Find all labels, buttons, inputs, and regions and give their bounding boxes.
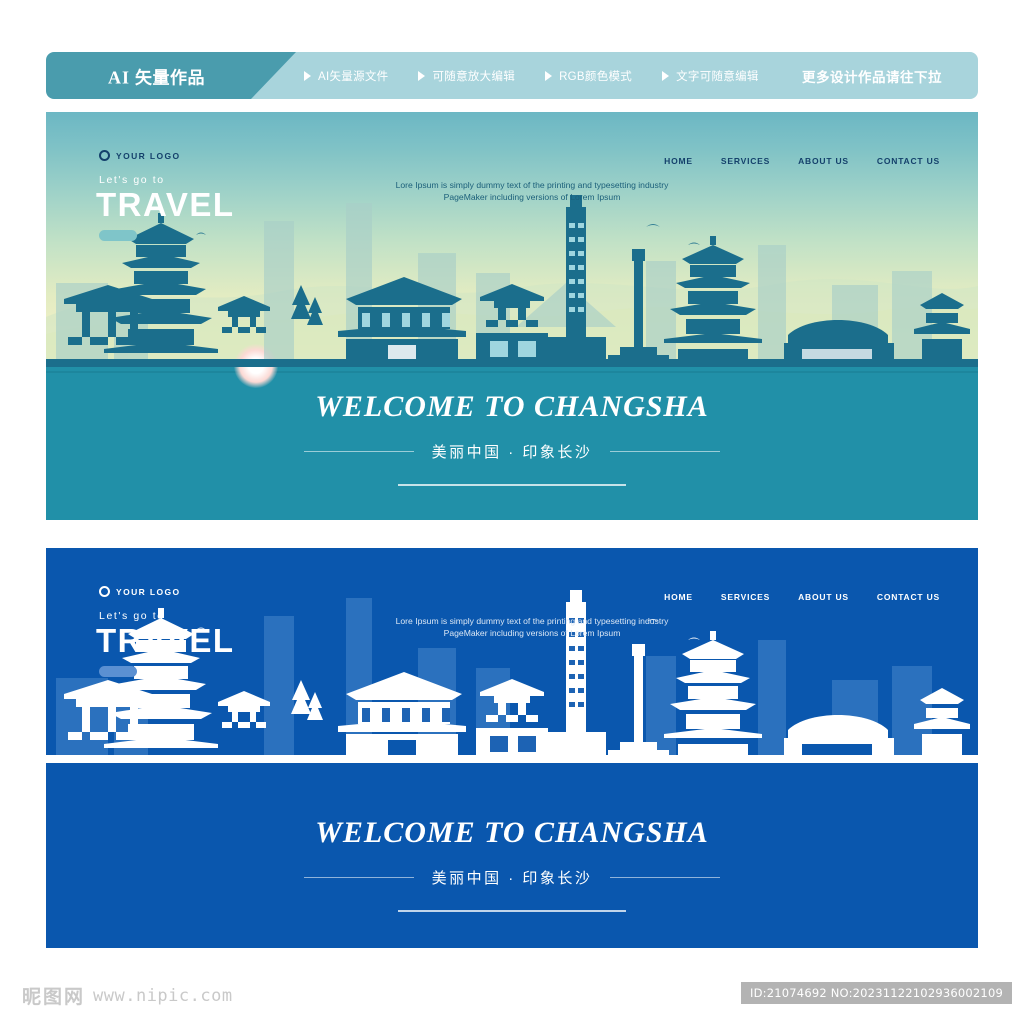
logo-dark[interactable]: YOUR LOGO	[99, 586, 181, 597]
lorem-text-light: Lore Ipsum is simply dummy text of the p…	[46, 180, 978, 203]
nav-item-about-us[interactable]: ABOUT US	[798, 592, 849, 602]
lorem-line-2: PageMaker including versions of Lorem Ip…	[443, 627, 621, 638]
logo-label: YOUR LOGO	[116, 150, 181, 161]
logo-light[interactable]: YOUR LOGO	[99, 150, 181, 161]
logo-ring-icon	[99, 586, 110, 597]
asset-id-badge: ID:21074692 NO:20231122102936002109	[741, 982, 1012, 1004]
triangle-right-icon	[418, 70, 426, 81]
band-top-rule	[46, 371, 978, 373]
triangle-right-icon	[304, 70, 311, 81]
feature-bar: AI 矢量作品 AI矢量源文件 可随意放大编辑 RGB颜色模式 文字可随意编辑 更…	[46, 52, 978, 99]
triangle-right-icon	[545, 70, 553, 81]
divider-left	[303, 451, 414, 452]
feature-bar-more-label: 更多设计作品请往下拉	[802, 69, 942, 85]
brand-ai-text: AI	[108, 67, 131, 87]
nav-item-services[interactable]: SERVICES	[721, 592, 770, 602]
banner-dark-header: YOUR LOGO Let's go to TRAVEL HOME SERVIC…	[46, 548, 978, 677]
feature-item-3[interactable]: RGB颜色模式	[545, 68, 632, 84]
welcome-sub-row-dark: 美丽中国 · 印象长沙	[46, 867, 978, 888]
divider-right	[610, 451, 721, 452]
nav-item-about-us[interactable]: ABOUT US	[798, 156, 849, 166]
brand-cn-text: 矢量作品	[135, 68, 206, 87]
banner-dark-night: YOUR LOGO Let's go to TRAVEL HOME SERVIC…	[46, 548, 978, 948]
feature-bar-brand-label: AI 矢量作品	[108, 63, 205, 88]
nav-menu-dark: HOME SERVICES ABOUT US CONTACT US	[664, 592, 940, 602]
welcome-sub-dark: 美丽中国 · 印象长沙	[431, 870, 593, 887]
welcome-bottom-rule-dark	[398, 910, 626, 912]
welcome-sub-light: 美丽中国 · 印象长沙	[431, 444, 593, 461]
banner-light-header: YOUR LOGO Let's go to TRAVEL HOME SERVIC…	[46, 112, 978, 241]
cta-pill-light[interactable]	[99, 230, 137, 241]
feature-bar-items: AI矢量源文件 可随意放大编辑 RGB颜色模式 文字可随意编辑 更多设计作品请往…	[304, 52, 964, 99]
feature-item-1-label: AI矢量源文件	[318, 70, 389, 83]
logo-ring-icon	[99, 150, 110, 161]
welcome-block-light: WELCOME TO CHANGSHA 美丽中国 · 印象长沙	[46, 390, 978, 486]
nav-menu-light: HOME SERVICES ABOUT US CONTACT US	[664, 156, 940, 166]
welcome-title-light: WELCOME TO CHANGSHA	[315, 390, 709, 423]
nav-item-home[interactable]: HOME	[664, 592, 693, 602]
divider-right	[610, 877, 721, 878]
feature-item-4-label: 文字可随意编辑	[676, 70, 759, 83]
welcome-block-dark: WELCOME TO CHANGSHA 美丽中国 · 印象长沙	[46, 816, 978, 912]
welcome-sub-row-light: 美丽中国 · 印象长沙	[46, 441, 978, 462]
nav-item-contact-us[interactable]: CONTACT US	[877, 156, 940, 166]
feature-item-1[interactable]: AI矢量源文件	[304, 68, 388, 84]
welcome-bottom-rule-light	[398, 484, 626, 486]
banner-light-daylight: YOUR LOGO Let's go to TRAVEL HOME SERVIC…	[46, 112, 978, 520]
divider-left	[303, 877, 414, 878]
lorem-line-1: Lore Ipsum is simply dummy text of the p…	[395, 616, 669, 626]
watermark: 昵图网 www.nipic.com	[22, 982, 233, 1009]
nav-item-services[interactable]: SERVICES	[721, 156, 770, 166]
lorem-line-1: Lore Ipsum is simply dummy text of the p…	[395, 180, 669, 190]
site-logo-text: 昵图网	[22, 986, 86, 1008]
triangle-right-icon	[662, 70, 670, 81]
welcome-title-dark: WELCOME TO CHANGSHA	[315, 816, 709, 849]
cta-pill-dark[interactable]	[99, 666, 137, 677]
feature-item-3-label: RGB颜色模式	[559, 70, 633, 83]
lorem-text-dark: Lore Ipsum is simply dummy text of the p…	[46, 616, 978, 639]
site-url-text: www.nipic.com	[93, 985, 233, 1006]
lorem-line-2: PageMaker including versions of Lorem Ip…	[443, 191, 621, 202]
nav-item-home[interactable]: HOME	[664, 156, 693, 166]
feature-item-4[interactable]: 文字可随意编辑	[662, 68, 759, 84]
feature-item-2[interactable]: 可随意放大编辑	[418, 68, 515, 84]
logo-label: YOUR LOGO	[116, 586, 181, 597]
feature-item-2-label: 可随意放大编辑	[432, 70, 516, 83]
nav-item-contact-us[interactable]: CONTACT US	[877, 592, 940, 602]
